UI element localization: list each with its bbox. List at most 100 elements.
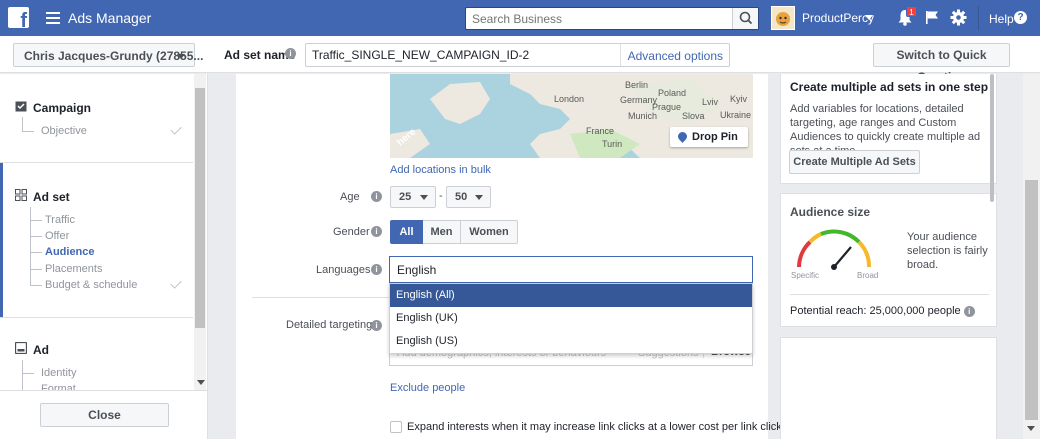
search-icon — [739, 11, 753, 25]
age-max-select[interactable]: 50 — [446, 186, 491, 208]
main-form: Berlin Poland London Germany Prague Lviv… — [236, 74, 785, 439]
sidebar-item-offer[interactable]: Offer — [45, 230, 69, 242]
active-section-indicator — [0, 163, 3, 317]
search-input[interactable] — [466, 8, 732, 29]
sidebar: Campaign Objective Ad set Traffic Offer … — [0, 74, 208, 439]
info-icon[interactable]: i — [963, 306, 975, 317]
check-icon — [170, 123, 182, 135]
close-button[interactable]: Close — [40, 403, 169, 427]
help-link[interactable]: Help — [989, 12, 1014, 26]
facebook-logo[interactable]: f — [8, 7, 29, 31]
top-bar: f Ads Manager ProductPercy 1 — [0, 0, 1040, 36]
map-label: France — [586, 126, 615, 136]
info-icon[interactable]: i — [371, 226, 382, 237]
drop-pin-button[interactable]: Drop Pin — [670, 127, 748, 147]
scroll-down-arrow-icon[interactable] — [197, 380, 205, 385]
account-selector[interactable]: Chris Jacques-Grundy (27855... — [13, 43, 203, 67]
page-scrollbar-thumb[interactable] — [1025, 180, 1038, 420]
add-locations-bulk-link[interactable]: Add locations in bulk — [390, 164, 491, 176]
audience-size-card: Audience size Specific Broad Your audien… — [780, 193, 997, 327]
audience-description: Your audience selection is fairly broad. — [907, 231, 988, 271]
user-name: ProductPercy — [802, 11, 875, 25]
gender-women-button[interactable]: Women — [461, 220, 518, 244]
advanced-options-link[interactable]: Advanced options — [619, 44, 729, 66]
age-label: Age — [340, 191, 360, 203]
sidebar-item-objective[interactable]: Objective — [41, 125, 87, 137]
sidebar-item-audience[interactable]: Audience — [45, 246, 95, 258]
app-title[interactable]: Ads Manager — [68, 10, 151, 26]
gender-men-button[interactable]: Men — [423, 220, 461, 244]
tree-line — [22, 373, 34, 374]
expand-interests-checkbox[interactable] — [390, 421, 402, 433]
language-option[interactable]: English (US) — [390, 330, 752, 353]
tree-line — [30, 285, 42, 286]
gender-all-button[interactable]: All — [390, 220, 423, 244]
help-icon[interactable]: ? — [1014, 11, 1027, 24]
create-multiple-ad-sets-button[interactable]: Create Multiple Ad Sets — [789, 150, 920, 174]
language-option[interactable]: English (All) — [390, 284, 752, 307]
topbar-divider — [978, 6, 979, 30]
info-icon[interactable]: i — [371, 191, 382, 202]
next-card — [780, 337, 997, 439]
adset-name-input[interactable] — [306, 44, 636, 66]
map-label: Ukraine — [720, 110, 752, 120]
expand-interests-label: Expand interests when it may increase li… — [407, 421, 785, 433]
multiple-adsets-title: Create multiple ad sets in one step — [790, 80, 989, 94]
languages-dropdown: English (All) English (UK) English (US) — [389, 283, 753, 354]
sidebar-item-traffic[interactable]: Traffic — [45, 214, 75, 226]
language-option[interactable]: English (UK) — [390, 307, 752, 330]
chevron-down-icon — [420, 195, 428, 200]
location-pin-icon — [676, 130, 689, 143]
location-map[interactable]: Berlin Poland London Germany Prague Lviv… — [390, 74, 753, 158]
menu-icon[interactable] — [46, 12, 60, 24]
ad-icon — [15, 342, 27, 354]
age-separator: - — [439, 190, 443, 202]
map-label: Kyiv — [730, 94, 748, 104]
campaign-icon — [15, 101, 27, 112]
map-label: Lviv — [702, 97, 719, 107]
sidebar-item-identity[interactable]: Identity — [41, 367, 76, 379]
gauge-specific-label: Specific — [791, 271, 820, 280]
multiple-adsets-card: Create multiple ad sets in one step Add … — [780, 74, 997, 184]
languages-input[interactable] — [390, 257, 752, 282]
sub-header: Chris Jacques-Grundy (27855... Ad set na… — [0, 36, 1040, 84]
notification-badge: 1 — [906, 6, 917, 17]
divider — [0, 162, 193, 163]
audience-gauge — [797, 229, 872, 270]
map-label: Munich — [628, 111, 658, 121]
scroll-down-arrow-icon[interactable] — [1027, 426, 1035, 431]
tree-line — [22, 360, 23, 390]
check-icon — [170, 277, 182, 289]
divider — [0, 317, 193, 318]
chevron-down-icon — [475, 195, 483, 200]
right-rail-scrollbar[interactable] — [990, 74, 994, 202]
adset-icon — [15, 189, 27, 201]
audience-size-title: Audience size — [790, 205, 871, 219]
search-button[interactable] — [732, 8, 758, 29]
tree-line — [30, 207, 31, 286]
info-icon[interactable]: i — [285, 48, 296, 59]
switch-to-quick-creation-button[interactable]: Switch to Quick Creation — [873, 43, 1010, 84]
gauge-broad-label: Broad — [857, 271, 879, 280]
tree-line — [30, 220, 42, 221]
info-icon[interactable]: i — [371, 264, 382, 275]
chevron-down-icon — [865, 15, 873, 20]
sidebar-scrollbar-thumb[interactable] — [195, 88, 205, 328]
sidebar-item-placements[interactable]: Placements — [45, 263, 102, 275]
flag-icon[interactable] — [925, 10, 939, 25]
gender-label: Gender — [333, 226, 370, 238]
map-label: London — [554, 94, 585, 104]
tree-line — [30, 252, 42, 253]
map-label: Berlin — [625, 80, 649, 90]
search-box — [465, 7, 759, 30]
divider — [790, 294, 989, 295]
sidebar-item-budget-schedule[interactable]: Budget & schedule — [45, 279, 137, 291]
map-label: Turin — [602, 139, 623, 149]
gear-icon[interactable] — [950, 9, 967, 26]
exclude-people-link[interactable]: Exclude people — [390, 382, 465, 394]
detailed-targeting-label: Detailed targeting — [286, 319, 373, 331]
avatar — [771, 6, 795, 30]
age-min-select[interactable]: 25 — [390, 186, 436, 208]
info-icon[interactable]: i — [371, 320, 382, 331]
tree-line — [30, 236, 42, 237]
